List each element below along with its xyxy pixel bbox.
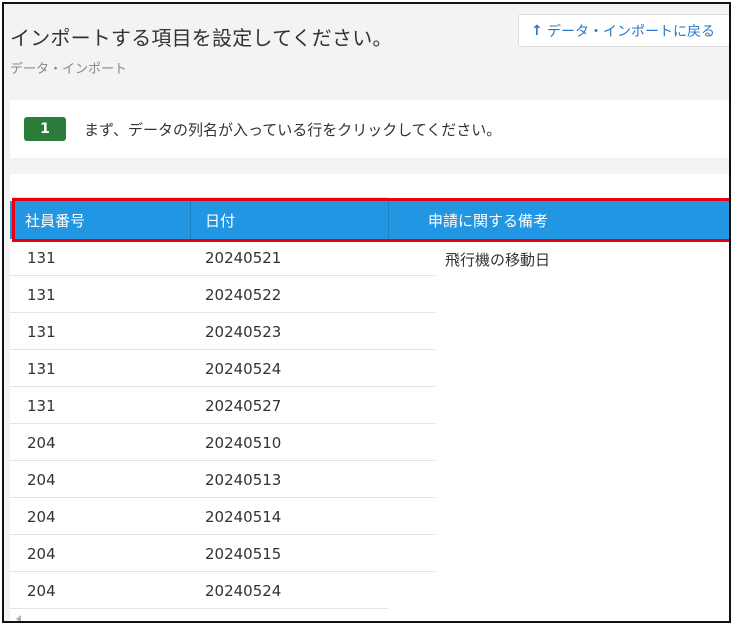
instruction-text: まず、データの列名が入っている行をクリックしてください。 <box>84 120 502 139</box>
table-row[interactable]: 131 20240523 <box>10 313 435 350</box>
table-row[interactable]: 131 20240522 <box>10 276 435 313</box>
cell-date: 20240523 <box>205 323 282 341</box>
instruction-panel: 1 まず、データの列名が入っている行をクリックしてください。 <box>10 100 729 158</box>
cell-date: 20240513 <box>205 471 282 489</box>
cell-date: 20240521 <box>205 249 282 267</box>
data-rows: 131 20240521 131 20240522 131 20240523 1… <box>10 239 435 609</box>
column-header-date: 日付 <box>205 212 236 230</box>
cell-date: 20240522 <box>205 286 282 304</box>
scroll-left-icon[interactable] <box>16 615 21 621</box>
cell-date: 20240524 <box>205 360 282 378</box>
cell-employee-id: 204 <box>27 508 56 526</box>
table-row[interactable]: 204 20240513 <box>10 461 435 498</box>
column-divider <box>388 201 389 239</box>
cell-employee-id: 131 <box>27 249 56 267</box>
table-row[interactable]: 131 20240524 <box>10 350 435 387</box>
cell-remark: 飛行機の移動日 <box>445 251 551 269</box>
cell-employee-id: 204 <box>27 434 56 452</box>
cell-date: 20240510 <box>205 434 282 452</box>
arrow-up-icon: ↑ <box>531 22 543 39</box>
cell-employee-id: 204 <box>27 582 56 600</box>
column-header-remarks: 申請に関する備考 <box>428 212 549 230</box>
cell-date: 20240524 <box>205 582 282 600</box>
table-row[interactable]: 131 20240527 <box>10 387 435 424</box>
import-preview-table: 社員番号 日付 申請に関する備考 131 20240521 131 202405… <box>10 174 729 621</box>
table-row[interactable]: 204 20240515 <box>10 535 435 572</box>
page-title: インポートする項目を設定してください。 <box>10 26 393 50</box>
column-name-row[interactable]: 社員番号 日付 申請に関する備考 <box>10 201 729 239</box>
table-row[interactable]: 204 20240524 <box>10 572 388 609</box>
cell-employee-id: 131 <box>27 286 56 304</box>
cell-employee-id: 204 <box>27 545 56 563</box>
cell-employee-id: 131 <box>27 360 56 378</box>
column-divider <box>190 201 191 239</box>
table-row[interactable]: 204 20240514 <box>10 498 435 535</box>
horizontal-scrollbar[interactable] <box>10 613 435 621</box>
breadcrumb: データ・インポート <box>10 62 128 77</box>
cell-date: 20240515 <box>205 545 282 563</box>
cell-employee-id: 131 <box>27 323 56 341</box>
cell-date: 20240514 <box>205 508 282 526</box>
back-button-label: データ・インポートに戻る <box>547 23 715 40</box>
cell-employee-id: 131 <box>27 397 56 415</box>
app-frame: インポートする項目を設定してください。 データ・インポート ↑ データ・インポー… <box>2 2 731 623</box>
cell-date: 20240527 <box>205 397 282 415</box>
step-badge: 1 <box>24 117 66 141</box>
table-top-row[interactable] <box>10 174 388 198</box>
cell-employee-id: 204 <box>27 471 56 489</box>
column-header-employee-id: 社員番号 <box>25 212 86 230</box>
table-row[interactable]: 204 20240510 <box>10 424 435 461</box>
table-row[interactable]: 131 20240521 <box>10 239 435 276</box>
back-to-import-button[interactable]: ↑ データ・インポートに戻る <box>518 14 729 47</box>
page-header: インポートする項目を設定してください。 データ・インポート ↑ データ・インポー… <box>4 4 729 99</box>
